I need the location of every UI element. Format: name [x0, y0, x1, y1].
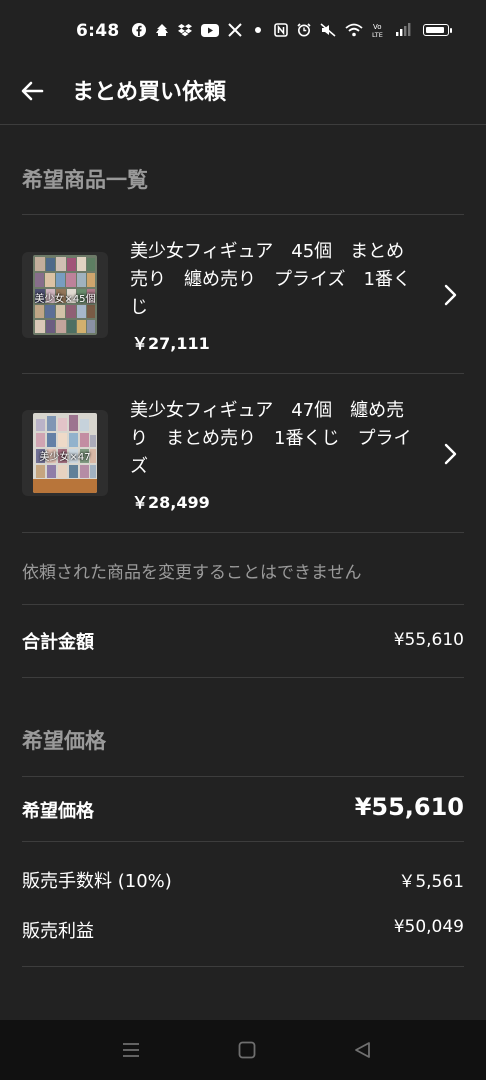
mute-icon: [320, 21, 336, 39]
desired-price-label: 希望価格: [22, 801, 94, 822]
chevron-right-icon: [444, 284, 457, 306]
product-item-2[interactable]: 美少女×47 美少女フィギュア 47個 纏め売り まとめ売り 1番くじ プライズ…: [22, 374, 464, 532]
system-nav-bar: [0, 1020, 486, 1080]
notice-text: 依頼された商品を変更することはできません: [22, 563, 362, 583]
x-icon: [228, 21, 242, 39]
product-item-1[interactable]: 美少女×45個 美少女フィギュア 45個 まとめ売り 纏め売り プライズ 1番く…: [22, 215, 464, 373]
status-time: 6:48: [76, 21, 120, 41]
nfc-icon: [274, 21, 288, 39]
product-thumbnail: 美少女×45個: [22, 252, 108, 338]
products-section-title: 希望商品一覧: [22, 168, 148, 192]
volte-icon: Vo LTE: [372, 21, 386, 39]
product-price: ￥27,111: [132, 334, 210, 353]
status-bar: 6:48 Vo LTE: [0, 0, 486, 62]
arrow-left-icon: [21, 81, 44, 101]
total-label: 合計金額: [22, 632, 94, 653]
divider: [22, 841, 464, 842]
signal-icon: [395, 21, 411, 39]
product-title: 美少女フィギュア 47個 纏め売り まとめ売り 1番くじ プライズ: [130, 400, 412, 477]
divider: [22, 966, 464, 967]
svg-text:Vo: Vo: [373, 23, 382, 31]
fee-value: ￥5,561: [398, 872, 464, 892]
battery-icon: [423, 24, 452, 36]
total-value: ¥55,610: [393, 630, 464, 650]
divider: [22, 532, 464, 533]
product-title: 美少女フィギュア 45個 まとめ売り 纏め売り プライズ 1番くじ: [130, 241, 411, 318]
back-triangle-icon[interactable]: [353, 1040, 373, 1060]
price-section-title: 希望価格: [22, 729, 106, 753]
product-thumbnail: 美少女×47: [22, 410, 108, 496]
divider: [22, 604, 464, 605]
divider: [22, 776, 464, 777]
youtube-icon: [201, 21, 219, 39]
page-title: まとめ買い依頼: [72, 80, 227, 105]
fee-label: 販売手数料 (10%): [22, 871, 172, 892]
app-icon: [155, 21, 169, 39]
back-button[interactable]: [18, 76, 48, 106]
desired-price-value: ¥55,610: [354, 793, 464, 821]
home-square-icon[interactable]: [237, 1040, 257, 1060]
dot-icon: [251, 21, 265, 39]
thumbnail-caption: 美少女×47: [39, 452, 91, 463]
thumbnail-caption: 美少女×45個: [34, 294, 96, 305]
svg-text:LTE: LTE: [372, 31, 383, 38]
wifi-icon: [345, 21, 363, 39]
product-price: ￥28,499: [132, 493, 210, 512]
dropbox-icon: [178, 21, 192, 39]
divider: [22, 677, 464, 678]
menu-icon[interactable]: [121, 1040, 141, 1060]
facebook-icon: [132, 21, 146, 39]
battery-level: [426, 27, 444, 33]
profit-value: ¥50,049: [393, 917, 464, 937]
app-bar: まとめ買い依頼: [0, 62, 486, 125]
chevron-right-icon: [444, 443, 457, 465]
profit-label: 販売利益: [22, 921, 94, 942]
alarm-icon: [297, 21, 311, 39]
